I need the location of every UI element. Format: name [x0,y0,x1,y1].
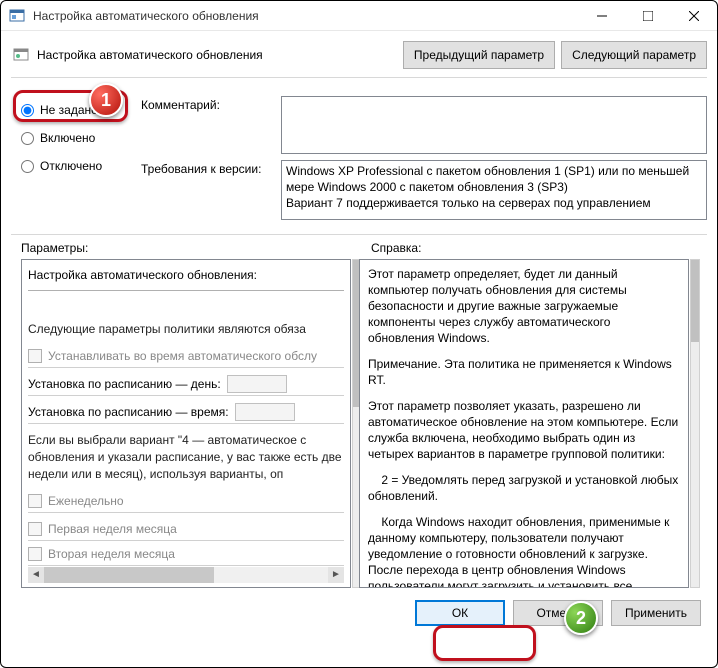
schedule-time-input[interactable] [235,403,295,421]
policy-icon [13,47,29,63]
maximize-button[interactable] [625,1,671,31]
help-paragraph-2: Примечание. Эта политика не применяется … [368,356,680,388]
apply-button[interactable]: Применить [611,600,701,626]
requirements-label: Требования к версии: [141,160,281,220]
schedule-day-row: Установка по расписанию — день: [28,372,344,396]
checkbox-first-week[interactable]: Первая неделя месяца [28,517,344,541]
options-heading: Настройка автоматического обновления: [28,264,344,288]
help-paragraph-1: Этот параметр определяет, будет ли данны… [368,266,680,346]
comment-input[interactable] [281,96,707,154]
checkbox-weekly-label: Еженедельно [48,494,124,508]
options-label: Параметры: [21,241,371,255]
comment-label: Комментарий: [141,96,281,154]
help-label: Справка: [371,241,421,255]
app-icon [9,8,25,24]
help-paragraph-4: 2 = Уведомлять перед загрузкой и установ… [368,472,680,504]
policy-title: Настройка автоматического обновления [37,48,263,62]
window-title: Настройка автоматического обновления [33,9,579,23]
options-horizontal-scrollbar[interactable]: ◄ ► [28,565,344,583]
checkbox-first-week-label: Первая неделя месяца [48,522,177,536]
title-bar: Настройка автоматического обновления [1,1,717,31]
scroll-left-icon[interactable]: ◄ [28,567,44,583]
radio-enabled[interactable]: Включено [21,124,141,152]
minimize-button[interactable] [579,1,625,31]
next-setting-button[interactable]: Следующий параметр [561,41,707,69]
checkbox-install-maintenance-label: Устанавливать во время автоматического о… [48,349,317,363]
options-pane: Настройка автоматического обновления: Сл… [21,259,351,588]
radio-enabled-input[interactable] [21,132,34,145]
radio-enabled-label: Включено [40,131,95,145]
radio-disabled[interactable]: Отключено [21,152,141,180]
help-pane: Этот параметр определяет, будет ли данны… [359,259,689,588]
scroll-right-icon[interactable]: ► [328,567,344,583]
annotation-badge-1: 1 [89,83,123,117]
close-button[interactable] [671,1,717,31]
requirements-text: Windows XP Professional с пакетом обновл… [281,160,707,220]
options-required-text: Следующие параметры политики являются об… [28,321,344,338]
ok-button[interactable]: ОК [415,600,505,626]
schedule-day-label: Установка по расписанию — день: [28,377,221,391]
checkbox-icon [28,547,42,561]
checkbox-weekly[interactable]: Еженедельно [28,489,344,513]
options-variant4-text: Если вы выбрали вариант "4 — автоматичес… [28,432,344,483]
help-paragraph-3: Этот параметр позволяет указать, разреше… [368,398,680,462]
checkbox-install-maintenance[interactable]: Устанавливать во время автоматического о… [28,344,344,368]
checkbox-icon [28,522,42,536]
help-paragraph-5: Когда Windows находит обновления, примен… [368,514,680,588]
previous-setting-button[interactable]: Предыдущий параметр [403,41,555,69]
radio-disabled-input[interactable] [21,160,34,173]
schedule-day-input[interactable] [227,375,287,393]
checkbox-icon [28,494,42,508]
checkbox-icon [28,349,42,363]
annotation-badge-2: 2 [564,601,598,635]
checkbox-second-week-label: Вторая неделя месяца [48,547,175,561]
help-vertical-scrollbar[interactable] [690,259,700,588]
schedule-time-row: Установка по расписанию — время: [28,400,344,424]
schedule-time-label: Установка по расписанию — время: [28,405,229,419]
radio-disabled-label: Отключено [40,159,102,173]
